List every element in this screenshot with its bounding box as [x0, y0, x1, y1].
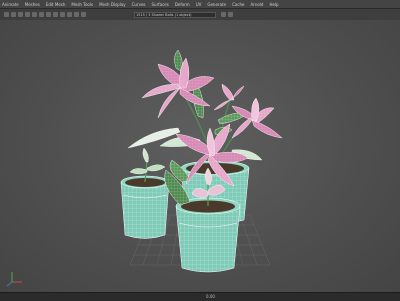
safe-frame-icon[interactable] [81, 12, 86, 17]
menu-surfaces[interactable]: Surfaces [152, 0, 169, 9]
menu-mesh-tools[interactable]: Mesh Tools [71, 0, 93, 9]
menu-animate[interactable]: Animate [2, 0, 19, 9]
color-management-icon[interactable] [228, 12, 233, 17]
menu-bar: Animate Meshes Edit Mesh Mesh Tools Mesh… [0, 0, 400, 9]
menu-arnold[interactable]: Arnold [251, 0, 264, 9]
axis-indicator [6, 272, 22, 287]
menu-generate[interactable]: Generate [207, 0, 226, 9]
menu-mesh-display[interactable]: Mesh Display [99, 0, 126, 9]
frame-readout: 0.00 [206, 294, 215, 299]
wireframe-icon[interactable] [25, 12, 30, 17]
menu-help[interactable]: Help [269, 0, 278, 9]
small-pot [120, 175, 170, 239]
menu-edit-mesh[interactable]: Edit Mesh [46, 0, 66, 9]
xray-icon[interactable] [67, 12, 72, 17]
scene [6, 49, 283, 287]
isolate-icon[interactable] [60, 12, 65, 17]
viewport[interactable] [0, 20, 400, 292]
shadows-icon[interactable] [53, 12, 58, 17]
gamma-icon[interactable] [221, 12, 226, 17]
resolution-gate-icon[interactable] [74, 12, 79, 17]
wireframe-overlay [142, 64, 282, 186]
lily-bud [213, 83, 245, 111]
textured-icon[interactable] [39, 12, 44, 17]
camera-icon[interactable] [11, 12, 16, 17]
select-icon[interactable] [4, 12, 9, 17]
front-pot [175, 197, 241, 273]
menu-cache[interactable]: Cache [232, 0, 244, 9]
toolbar-readout[interactable]: 1515 / 3 Shader Balls (1 object) [134, 12, 216, 18]
menu-deform[interactable]: Deform [175, 0, 190, 9]
lily-flower-top [141, 57, 215, 119]
menu-uv[interactable]: UV [196, 0, 202, 9]
lights-icon[interactable] [46, 12, 51, 17]
shaded-icon[interactable] [32, 12, 37, 17]
menu-curves[interactable]: Curves [132, 0, 146, 9]
menu-meshes[interactable]: Meshes [25, 0, 40, 9]
grid-icon[interactable] [18, 12, 23, 17]
